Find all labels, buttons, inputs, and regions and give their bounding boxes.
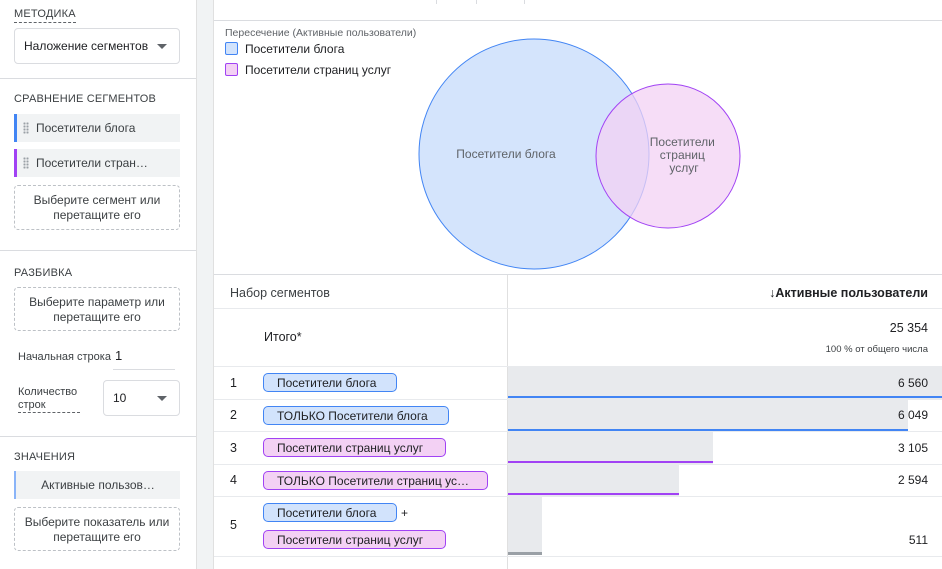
- row-number: 5: [230, 518, 237, 532]
- segment-item-services[interactable]: Посетители стран…: [14, 149, 180, 177]
- segment-color-bar: [14, 149, 17, 177]
- value-bar: [508, 432, 713, 464]
- row-divider: [214, 556, 942, 557]
- legend-item-services[interactable]: Посетители страниц услуг: [225, 63, 391, 77]
- segment-joiner: +: [401, 506, 409, 520]
- row-number: 4: [230, 473, 237, 487]
- segment-chip[interactable]: Посетители страниц услуг: [263, 438, 446, 457]
- metric-item-active-users[interactable]: Активные пользов…: [14, 471, 180, 499]
- technique-title: МЕТОДИКА: [14, 8, 76, 23]
- value-bar: [508, 400, 908, 432]
- segment-comparison-title: СРАВНЕНИЕ СЕГМЕНТОВ: [14, 93, 157, 105]
- segment-item-label: Посетители стран…: [36, 156, 148, 170]
- metric-dropzone[interactable]: Выберите показатель или перетащите его: [14, 507, 180, 551]
- value-bar: [508, 367, 942, 399]
- drag-handle-icon[interactable]: [23, 157, 29, 169]
- legend-label: Посетители блога: [245, 42, 345, 56]
- row-divider: [214, 308, 942, 309]
- technique-value: Наложение сегментов: [24, 39, 149, 53]
- row-number: 2: [230, 408, 237, 422]
- values-title: ЗНАЧЕНИЯ: [14, 451, 76, 463]
- row-value: 6 049: [897, 408, 928, 422]
- row-divider: [214, 496, 942, 497]
- row-value: 3 105: [897, 441, 928, 455]
- venn-label-services-line: Посетители: [650, 135, 715, 149]
- row-value: 6 560: [897, 376, 928, 390]
- segment-item-blog[interactable]: Посетители блога: [14, 114, 180, 142]
- venn-title: Пересечение (Активные пользователи): [225, 27, 417, 39]
- segment-item-label: Посетители блога: [36, 121, 136, 135]
- value-bar: [508, 497, 542, 554]
- breakdown-section: РАЗБИВКА Выберите параметр или перетащит…: [0, 251, 196, 437]
- drag-handle-icon[interactable]: [23, 122, 29, 134]
- segment-chip[interactable]: Посетители блога: [263, 373, 397, 392]
- value-bar-line: [508, 552, 542, 555]
- total-label: Итого*: [264, 330, 302, 344]
- breakdown-dropzone[interactable]: Выберите параметр или перетащите его: [14, 287, 180, 331]
- settings-panel: МЕТОДИКА Наложение сегментов СРАВНЕНИЕ С…: [0, 0, 196, 569]
- venn-diagram: Посетители блога Посетители страниц услу…: [418, 38, 741, 270]
- column-header-segments: Набор сегментов: [230, 286, 330, 300]
- segment-chip[interactable]: Посетители блога: [263, 503, 397, 522]
- start-row-input[interactable]: 1: [113, 346, 175, 370]
- value-bar: [508, 465, 679, 496]
- venn-label-services-line: услуг: [669, 161, 699, 175]
- report-area: Посетители блога Посетители страниц услу…: [214, 0, 942, 569]
- segment-comparison-section: СРАВНЕНИЕ СЕГМЕНТОВ Посетители блога Пос…: [0, 79, 196, 251]
- breakdown-title: РАЗБИВКА: [14, 267, 73, 279]
- venn-label-services-line: страниц: [660, 148, 705, 162]
- row-number: 1: [230, 376, 237, 390]
- segment-chip[interactable]: ТОЛЬКО Посетители страниц ус…: [263, 471, 488, 490]
- legend-swatch: [225, 42, 238, 55]
- value-bar-line: [508, 461, 713, 463]
- row-value: 511: [908, 533, 928, 547]
- chevron-down-icon: [157, 396, 167, 401]
- segment-dropzone[interactable]: Выберите сегмент или перетащите его: [14, 185, 180, 230]
- segment-chip[interactable]: ТОЛЬКО Посетители блога: [263, 406, 449, 425]
- total-percent: 100 % от общего числа: [825, 344, 928, 355]
- row-number: 3: [230, 441, 237, 455]
- legend-swatch: [225, 63, 238, 76]
- technique-select[interactable]: Наложение сегментов: [14, 28, 180, 64]
- legend-item-blog[interactable]: Посетители блога: [225, 42, 344, 56]
- tab-divider: [524, 0, 525, 4]
- value-bar-line: [508, 493, 679, 495]
- value-bar-line: [508, 396, 942, 398]
- start-row-value: 1: [115, 348, 123, 363]
- segments-table: Набор сегментов ↓Активные пользователи И…: [214, 274, 942, 569]
- rows-count-select[interactable]: 10: [103, 380, 180, 416]
- row-value: 2 594: [897, 473, 928, 487]
- start-row-label: Начальная строка: [18, 351, 111, 363]
- segment-color-bar: [14, 114, 17, 142]
- venn-label-blog: Посетители блога: [456, 147, 556, 161]
- column-header-active-users-label: Активные пользователи: [775, 286, 928, 300]
- rows-count-value: 10: [113, 391, 127, 405]
- top-tabs-strip: [214, 0, 942, 4]
- panel-divider: [196, 0, 214, 569]
- rows-count-label: Количество строк: [18, 386, 80, 413]
- tab-divider: [436, 0, 437, 4]
- values-section: ЗНАЧЕНИЯ Активные пользов… Выберите пока…: [0, 437, 196, 569]
- venn-card: Посетители блога Посетители страниц услу…: [214, 20, 942, 274]
- total-value: 25 354: [889, 321, 928, 335]
- legend-label: Посетители страниц услуг: [245, 63, 392, 77]
- column-header-active-users[interactable]: ↓Активные пользователи: [769, 286, 928, 300]
- segment-chip[interactable]: Посетители страниц услуг: [263, 530, 446, 549]
- tab-divider: [476, 0, 477, 4]
- technique-section: МЕТОДИКА Наложение сегментов: [0, 0, 196, 79]
- chevron-down-icon: [157, 44, 167, 49]
